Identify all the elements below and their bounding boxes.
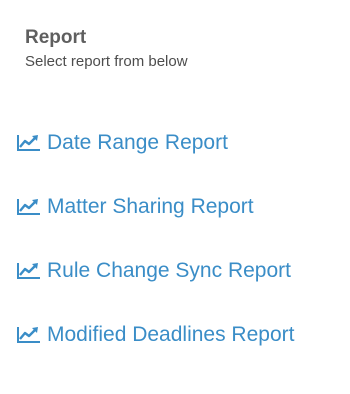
report-link-modified-deadlines[interactable]: Modified Deadlines Report (16, 320, 294, 350)
report-link-label: Matter Sharing Report (47, 195, 254, 218)
report-link-label: Rule Change Sync Report (47, 259, 291, 282)
report-link-label: Modified Deadlines Report (47, 323, 295, 346)
line-chart-icon (16, 261, 41, 281)
report-link-matter-sharing[interactable]: Matter Sharing Report (16, 192, 294, 222)
report-panel: Report Select report from below Date Ran… (0, 0, 350, 394)
page-title: Report (25, 27, 87, 48)
report-header: Report Select report from below (25, 26, 188, 71)
line-chart-icon (16, 197, 41, 217)
line-chart-icon (16, 133, 41, 153)
line-chart-icon (16, 325, 41, 345)
report-link-label: Date Range Report (47, 131, 228, 154)
report-link-date-range[interactable]: Date Range Report (16, 128, 294, 158)
page-subtitle: Select report from below (25, 53, 188, 70)
report-list: Date Range Report Matter Sharing Report (16, 128, 294, 384)
report-link-rule-change-sync[interactable]: Rule Change Sync Report (16, 256, 294, 286)
